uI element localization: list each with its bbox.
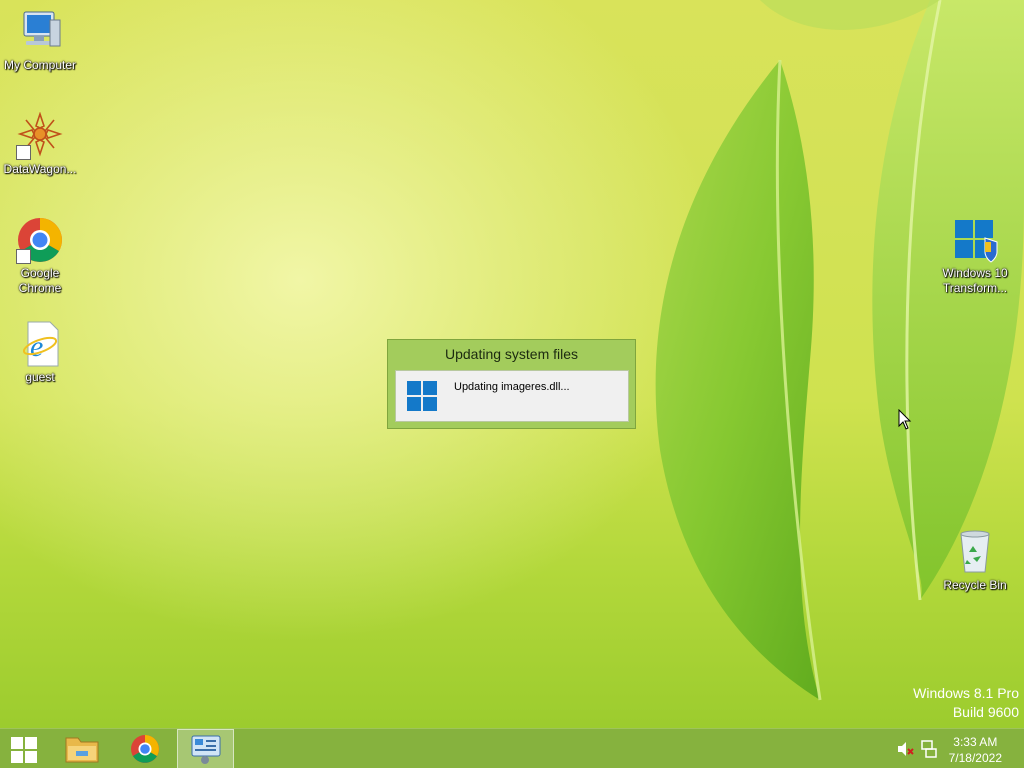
desktop-icon-label: DataWagon... [3, 162, 77, 176]
taskbar-file-explorer-button[interactable] [56, 729, 110, 769]
start-icon [11, 737, 37, 763]
dialog-body: Updating imageres.dll... [395, 370, 629, 422]
dialog-title: Updating system files [444, 346, 579, 362]
file-explorer-icon [65, 737, 99, 763]
volume-muted-icon[interactable] [896, 740, 914, 763]
mouse-cursor-icon [898, 409, 912, 430]
my-computer-icon [16, 8, 64, 56]
os-build: Build 9600 [952, 704, 1019, 720]
taskbar-clock[interactable]: 3:33 AM 7/18/2022 [949, 734, 1002, 766]
desktop-icon-recycle-bin[interactable]: Recycle Bin [935, 528, 1015, 593]
os-edition: Windows 8.1 Pro [913, 685, 1019, 701]
desktop-icon-label: Google Chrome [18, 266, 62, 295]
desktop-icon-label: Windows 10 Transform... [942, 266, 1008, 295]
desktop-icon-label: Recycle Bin [943, 578, 1007, 592]
desktop-icon-my-computer[interactable]: My Computer [0, 8, 80, 73]
clock-date: 7/18/2022 [948, 751, 1002, 765]
internet-explorer-icon: e [16, 320, 64, 368]
desktop-icon-label: guest [25, 370, 55, 384]
desktop-icon-guest[interactable]: e guest [0, 320, 80, 385]
chrome-icon [131, 735, 159, 763]
taskbar: 3:33 AM 7/18/2022 [0, 728, 1024, 769]
taskbar-control-panel-button[interactable] [177, 729, 234, 769]
desktop-background[interactable]: My Computer DataWagon... Google Chrome e… [0, 0, 1024, 728]
taskbar-chrome-button[interactable] [118, 729, 172, 769]
chrome-icon [16, 216, 64, 264]
desktop-icon-windows10-transform[interactable]: Windows 10 Transform... [935, 216, 1015, 296]
control-panel-icon [191, 735, 221, 764]
windows-logo-icon [407, 381, 437, 416]
clock-time: 3:33 AM [953, 735, 998, 749]
network-icon[interactable] [920, 739, 938, 764]
dialog-message: Updating imageres.dll... [454, 381, 570, 393]
update-dialog: Updating system files Updating imageres.… [387, 339, 636, 429]
desktop-icon-label: My Computer [3, 58, 77, 72]
os-watermark: Windows 8.1 Pro Build 9600 [913, 684, 1019, 722]
start-button[interactable] [0, 729, 54, 769]
shortcut-arrow-icon [16, 249, 31, 264]
windows-shield-icon [951, 216, 999, 264]
datawagon-icon [16, 111, 64, 160]
desktop-icon-google-chrome[interactable]: Google Chrome [0, 216, 80, 296]
shortcut-arrow-icon [16, 145, 31, 160]
svg-text:e: e [30, 330, 43, 363]
recycle-bin-icon [951, 528, 999, 576]
desktop-icon-datawagon[interactable]: DataWagon... [0, 111, 80, 177]
